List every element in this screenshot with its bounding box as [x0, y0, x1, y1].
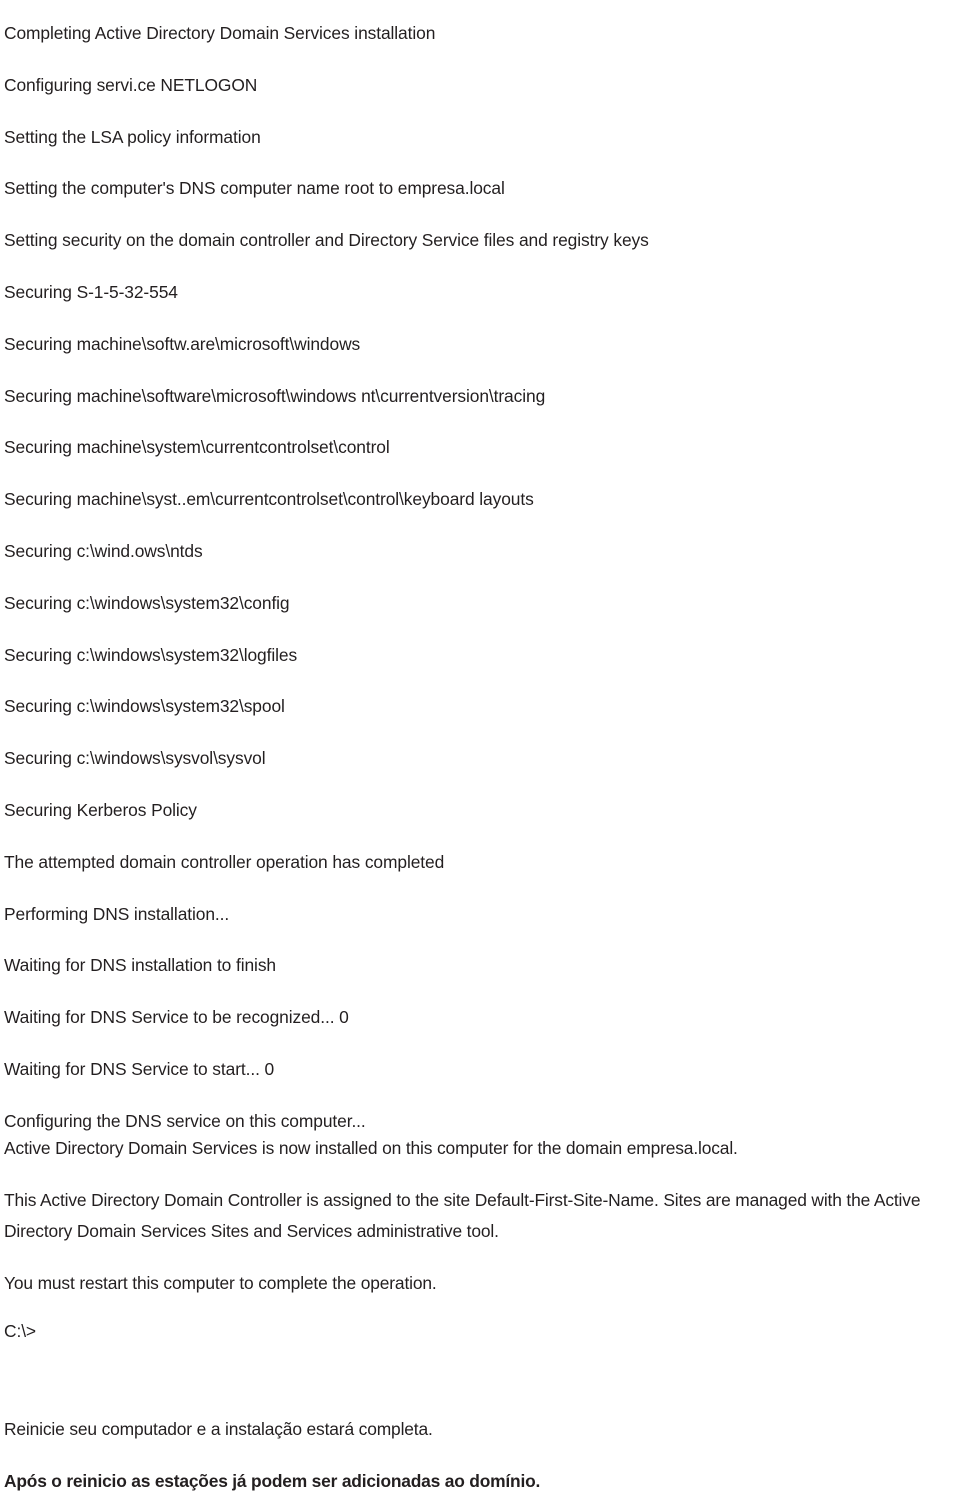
log-line: Setting the LSA policy information — [4, 126, 261, 147]
log-line: Completing Active Directory Domain Servi… — [4, 23, 436, 43]
log-line: The attempted domain controller operatio… — [4, 851, 445, 872]
log-line: Securing c:\windows\sysvol\sysvol — [4, 748, 266, 769]
log-line: Waiting for DNS Service to start... 0 — [4, 1058, 275, 1079]
site-assignment-paragraph: This Active Directory Domain Controller … — [4, 1189, 921, 1242]
log-line: Securing c:\windows\system32\spool — [4, 696, 285, 717]
log-line: Securing Kerberos Policy — [4, 799, 197, 820]
log-line: Securing S-1-5-32-554 — [4, 281, 178, 302]
document-page: Completing Active Directory Domain Servi… — [0, 0, 960, 1506]
log-line: Configuring servi.ce NETLOGON — [4, 74, 258, 95]
log-line: Securing machine\system\currentcontrolse… — [4, 437, 390, 458]
log-line: Performing DNS installation... — [4, 903, 230, 924]
summary-paragraph-block: Active Directory Domain Services is now … — [4, 1133, 956, 1300]
log-line: Securing machine\softw.are\microsoft\win… — [4, 333, 361, 354]
log-line: Waiting for DNS installation to finish — [4, 955, 276, 976]
footer-instruction-line: Reinicie seu computador e a instalação e… — [4, 1419, 433, 1439]
console-log-block: Completing Active Directory Domain Servi… — [4, 8, 956, 1148]
log-line: Setting the computer's DNS computer name… — [4, 178, 505, 199]
log-line: Securing machine\software\microsoft\wind… — [4, 385, 546, 406]
footer-emphasis-line: Após o reinicio as estações já podem ser… — [4, 1471, 541, 1491]
log-line: Securing c:\windows\system32\logfiles — [4, 644, 298, 665]
log-line: Securing c:\wind.ows\ntds — [4, 540, 203, 561]
log-line: Setting security on the domain controlle… — [4, 230, 649, 251]
install-confirmation-paragraph: Active Directory Domain Services is now … — [4, 1138, 738, 1158]
log-line: Waiting for DNS Service to be recognized… — [4, 1007, 349, 1028]
restart-required-paragraph: You must restart this computer to comple… — [4, 1273, 437, 1294]
command-prompt: C:\> — [4, 1321, 36, 1341]
log-line: Securing machine\syst..em\currentcontrol… — [4, 489, 534, 510]
log-line: Securing c:\windows\system32\config — [4, 592, 290, 613]
